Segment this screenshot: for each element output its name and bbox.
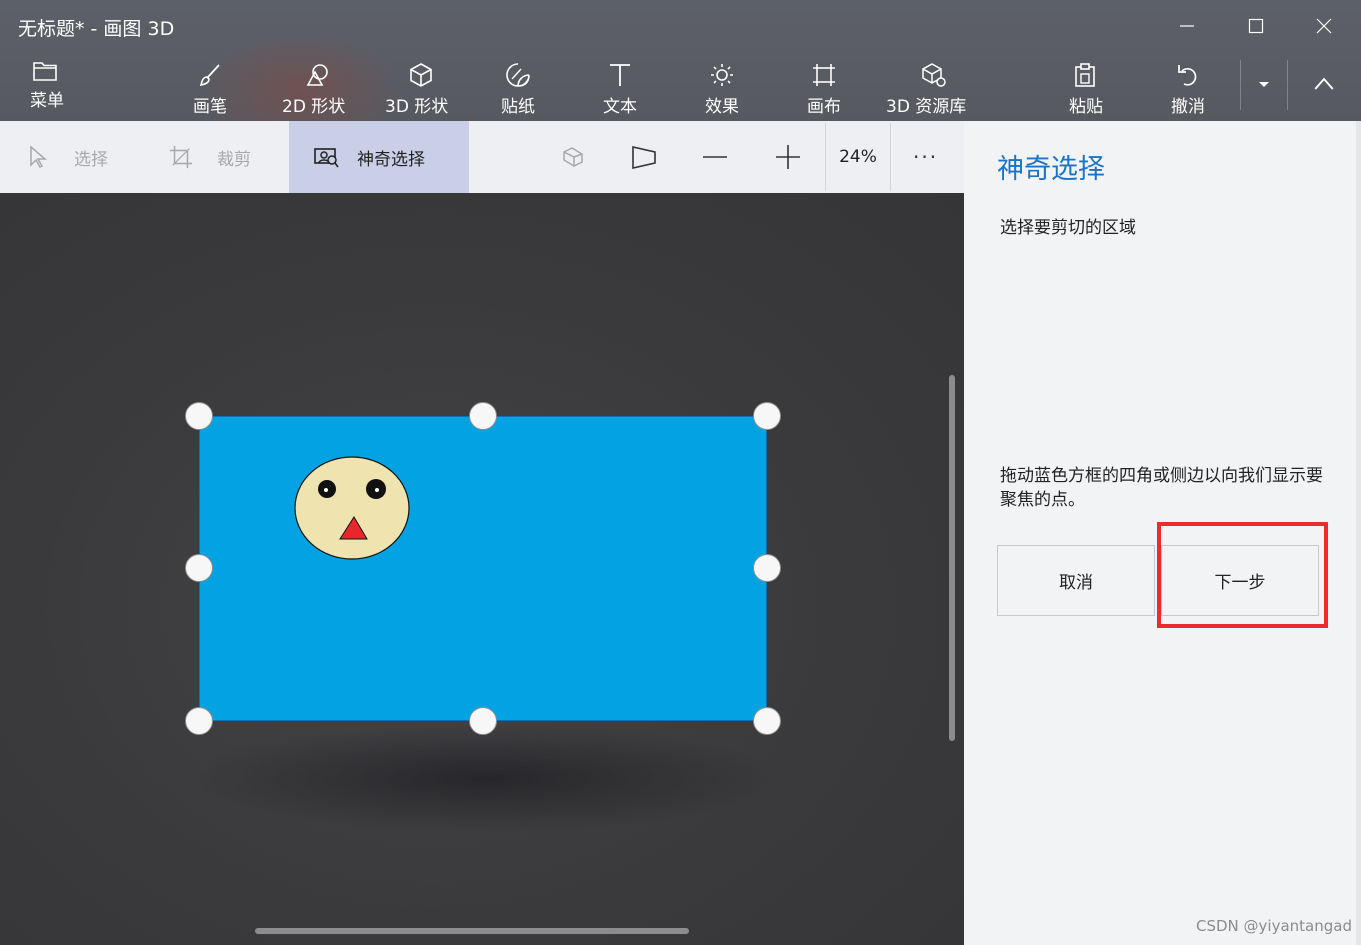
effects-label: 效果: [705, 97, 739, 117]
menu-label: 菜单: [30, 91, 64, 111]
magic-select-icon: [314, 148, 339, 168]
handle-middle-right[interactable]: [753, 554, 781, 582]
handle-bottom-right[interactable]: [753, 707, 781, 735]
effects-button[interactable]: 效果: [705, 62, 739, 121]
handle-top-right[interactable]: [753, 402, 781, 430]
panel-subtitle: 选择要剪切的区域: [1000, 218, 1136, 238]
canvas-icon: [813, 64, 835, 86]
handle-bottom-center[interactable]: [469, 707, 497, 735]
zoom-in-icon[interactable]: [775, 144, 801, 170]
paste-button[interactable]: 粘贴: [1069, 62, 1103, 121]
text-button[interactable]: 文本: [603, 62, 637, 121]
clipboard-icon: [1074, 63, 1095, 87]
minimize-button[interactable]: [1164, 8, 1210, 44]
more-options-button[interactable]: ···: [913, 121, 938, 193]
maximize-button[interactable]: [1233, 8, 1279, 44]
cube-icon: [409, 63, 432, 87]
ribbon-area: 无标题* - 画图 3D 菜单 画笔 2D 形状 3D 形状 贴纸 文本 效果 …: [0, 0, 1361, 121]
canvas-label: 画布: [807, 97, 841, 117]
stickers-label: 贴纸: [501, 97, 535, 117]
text-icon: [610, 64, 630, 86]
select-tool-label: 选择: [74, 149, 108, 170]
library-3d-button[interactable]: 3D 资源库: [886, 62, 966, 121]
face-drawing: [294, 456, 410, 560]
sun-icon: [711, 64, 733, 86]
canvas-button[interactable]: 画布: [807, 62, 841, 121]
brushes-label: 画笔: [193, 97, 227, 117]
maximize-icon: [1248, 18, 1264, 34]
selection-box[interactable]: [199, 416, 767, 721]
close-button[interactable]: [1301, 8, 1347, 44]
magic-select-toolbar: 选择 裁剪 神奇选择 24% ···: [0, 121, 964, 193]
crop-tool[interactable]: 裁剪: [169, 121, 251, 193]
library-3d-label: 3D 资源库: [886, 97, 967, 117]
watermark: CSDN @yiyantangad: [1196, 917, 1352, 935]
folder-icon: [33, 62, 57, 81]
collapse-ribbon-button[interactable]: [1301, 66, 1347, 102]
select-tool[interactable]: 选择: [28, 121, 108, 193]
magic-select-label: 神奇选择: [357, 149, 425, 170]
zoom-out-icon[interactable]: [702, 144, 728, 170]
canvas-shadow: [185, 723, 785, 833]
undo-history-dropdown[interactable]: [1241, 66, 1287, 102]
undo-icon: [1178, 65, 1197, 86]
face-ellipse: [294, 456, 410, 560]
crop-tool-label: 裁剪: [217, 149, 251, 170]
handle-top-left[interactable]: [185, 402, 213, 430]
magic-select-tool-inner: 神奇选择: [313, 121, 425, 193]
panel-title: 神奇选择: [997, 154, 1105, 185]
brush-icon: [199, 64, 220, 87]
shapes-2d-button[interactable]: 2D 形状: [282, 62, 345, 121]
text-label: 文本: [603, 97, 637, 117]
minimize-icon: [1180, 25, 1194, 27]
undo-button[interactable]: 撤消: [1171, 62, 1205, 121]
shapes-3d-button[interactable]: 3D 形状: [385, 62, 448, 121]
close-icon: [1316, 18, 1332, 34]
handle-middle-left[interactable]: [185, 554, 213, 582]
chevron-up-icon: [1314, 77, 1334, 90]
magic-select-tool[interactable]: 神奇选择: [289, 121, 469, 193]
shapes-2d-label: 2D 形状: [282, 97, 346, 117]
sticker-icon: [506, 63, 530, 87]
right-eye-highlight: [375, 488, 379, 492]
3d-view-icon[interactable]: [560, 144, 586, 170]
horizontal-scrollbar[interactable]: [255, 928, 689, 934]
menu-button[interactable]: 菜单: [30, 58, 64, 118]
cancel-button[interactable]: 取消: [997, 545, 1155, 616]
perspective-icon[interactable]: [631, 144, 657, 170]
panel-edge: [1356, 121, 1361, 945]
canvas-area[interactable]: [0, 193, 964, 945]
shapes-3d-label: 3D 形状: [385, 97, 449, 117]
left-eye-highlight: [324, 488, 328, 492]
brushes-button[interactable]: 画笔: [193, 62, 227, 121]
undo-label: 撤消: [1171, 97, 1205, 117]
vertical-scrollbar[interactable]: [949, 375, 955, 741]
cursor-icon: [30, 145, 48, 168]
window-title: 无标题* - 画图 3D: [18, 18, 175, 40]
shapes-2d-icon: [306, 64, 328, 86]
ribbon-separator: [1287, 60, 1288, 110]
library-3d-icon: [922, 63, 946, 87]
panel-hint: 拖动蓝色方框的四角或侧边以向我们显示要聚焦的点。: [1000, 466, 1323, 510]
zoom-level[interactable]: 24%: [825, 123, 891, 191]
next-button-highlight: [1157, 522, 1328, 628]
handle-bottom-left[interactable]: [185, 707, 213, 735]
caret-down-icon: [1259, 82, 1269, 87]
stickers-button[interactable]: 贴纸: [501, 62, 535, 121]
paste-label: 粘贴: [1069, 97, 1103, 117]
crop-icon: [169, 145, 193, 169]
handle-top-center[interactable]: [469, 402, 497, 430]
